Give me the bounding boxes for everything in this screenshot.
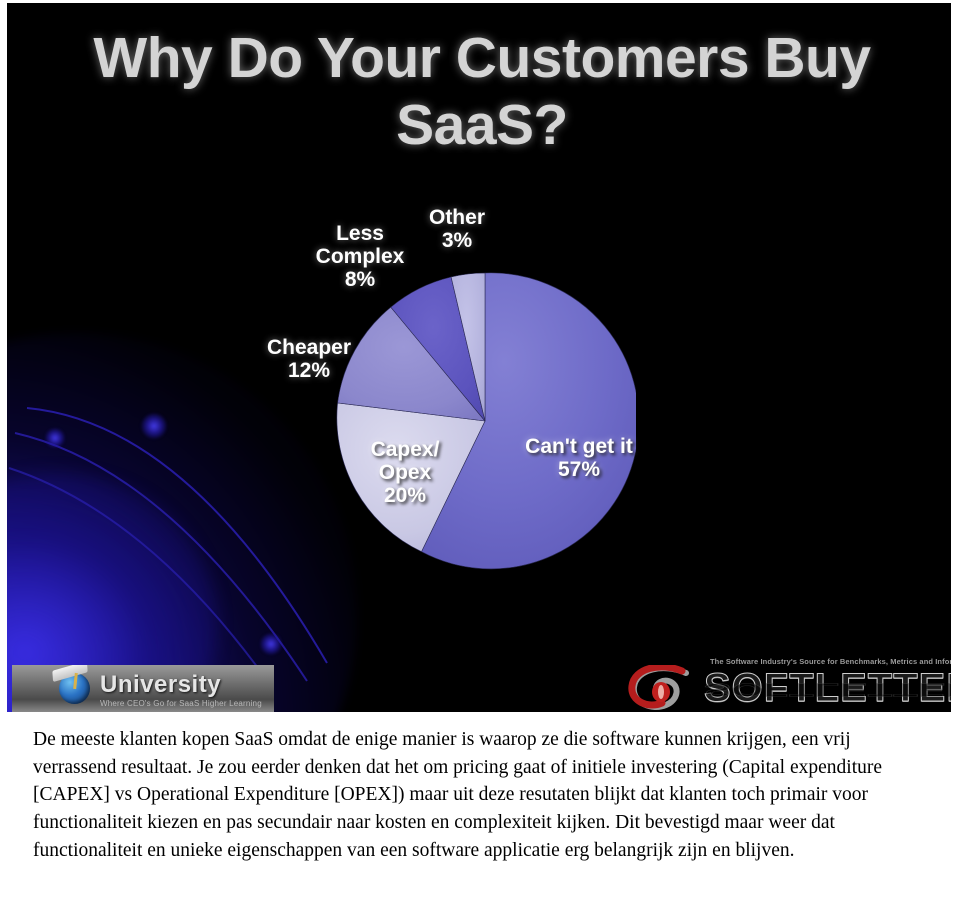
background-dot: [260, 633, 282, 655]
pie-chart: [334, 270, 636, 572]
university-logo-name: University: [100, 671, 222, 698]
slide-image: Why Do Your Customers Buy SaaS? Other 3%…: [0, 0, 960, 714]
pie-label-cheaper: Cheaper 12%: [266, 336, 352, 383]
background-glow: [7, 333, 357, 712]
background-dot: [141, 413, 167, 439]
body-paragraph: De meeste klanten kopen SaaS omdat de en…: [33, 729, 883, 861]
pie-label-other: Other 3%: [428, 206, 485, 253]
slide-canvas: Why Do Your Customers Buy SaaS? Other 3%…: [7, 3, 951, 712]
pie-label-capex-opex: Capex/ Opex 20%: [370, 438, 440, 508]
softletter-tagline: The Software Industry's Source for Bench…: [710, 657, 951, 666]
pie-label-less-complex: Less Complex 8%: [315, 222, 405, 292]
softletter-spiral-icon: [628, 665, 689, 710]
university-logo: University Where CEO's Go for SaaS Highe…: [12, 665, 274, 712]
slide-title: Why Do Your Customers Buy SaaS?: [93, 26, 871, 158]
background-arcs-decoration: [8, 407, 328, 683]
pie-label-cantget: Can't get it 57%: [525, 435, 633, 482]
softletter-logo: The Software Industry's Source for Bench…: [622, 655, 951, 712]
university-logo-tagline: Where CEO's Go for SaaS Higher Learning: [100, 699, 262, 708]
background-dot: [45, 428, 65, 448]
softletter-wordmark-reflection: SOFTLETTER: [704, 679, 951, 699]
